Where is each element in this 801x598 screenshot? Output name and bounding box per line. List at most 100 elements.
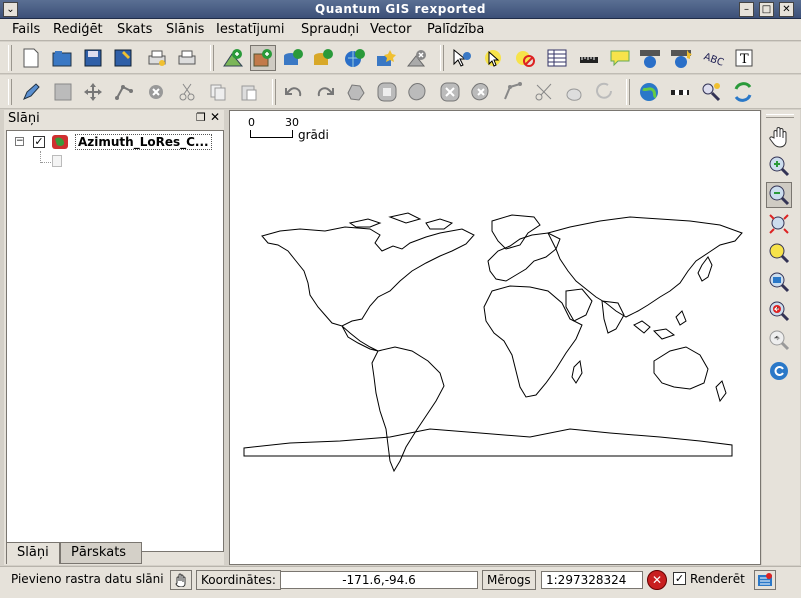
zoom-last-icon[interactable] [766,298,792,324]
toolbar-grip[interactable] [766,114,794,118]
collapse-toggle-icon[interactable]: − [15,137,24,146]
layer-name[interactable]: Azimuth_LoRes_C... [75,134,212,150]
tab-layers[interactable]: Slāņi [6,542,60,564]
delete-selected-icon[interactable] [143,79,169,105]
layer-visibility-checkbox[interactable]: ✓ [33,136,45,148]
tab-overview[interactable]: Pārskats [60,542,142,564]
open-project-icon[interactable] [49,45,75,71]
toolbar-grip[interactable] [272,79,276,105]
menu-palidziba[interactable]: Palīdzība [427,22,484,37]
remove-layer-icon[interactable] [404,45,430,71]
menu-skats[interactable]: Skats [117,22,152,37]
menu-iestatijumi[interactable]: Iestatījumi [216,22,285,37]
map-canvas[interactable]: 0 30 grādi [229,110,761,565]
menu-vector[interactable]: Vector [370,22,411,37]
scale-field[interactable]: 1:297328324 [541,571,643,589]
undo-icon[interactable] [281,79,307,105]
reshape-features-icon[interactable] [500,79,526,105]
copy-features-icon[interactable] [205,79,231,105]
scale-label: Mērogs [482,570,536,590]
paste-features-icon[interactable] [236,79,262,105]
node-tool-icon[interactable] [111,79,137,105]
zoom-out-icon[interactable] [766,182,792,208]
render-checkbox[interactable]: ✓ [673,572,686,585]
coordinates-field[interactable]: -171.6,-94.6 [280,571,478,589]
europe-outline [487,232,561,282]
show-bookmarks-icon[interactable] [668,45,694,71]
attribute-table-icon[interactable] [544,45,570,71]
close-button[interactable]: ✕ [779,2,794,17]
menu-fails[interactable]: Fails [12,22,40,37]
toggle-extents-icon[interactable] [170,570,192,590]
toolbar-grip[interactable] [210,45,214,71]
deselect-features-icon[interactable] [512,45,538,71]
southeast-asia-islands-outline [633,310,687,340]
zoom-full-icon[interactable] [766,211,792,237]
menu-spraudni[interactable]: Spraudņi [301,22,359,37]
north-america-outline [261,226,475,327]
add-vector-layer-icon[interactable] [220,45,246,71]
add-part-icon[interactable] [405,79,431,105]
add-postgis-layer-icon[interactable] [280,45,306,71]
new-zealand-outline [715,380,727,403]
new-bookmark-icon[interactable] [637,45,663,71]
georeferencer-plugin-icon[interactable] [698,79,724,105]
print-icon[interactable] [174,45,200,71]
redo-icon[interactable] [312,79,338,105]
map-navigation-toolbar [762,110,800,565]
new-project-icon[interactable] [18,45,44,71]
text-annotation-abc-icon[interactable]: ABC [700,45,726,71]
simplify-feature-icon[interactable] [343,79,369,105]
greenland-outline [491,214,541,250]
south-america-outline [371,346,445,473]
rotate-point-symbols-icon[interactable] [592,79,618,105]
merge-features-icon[interactable] [561,79,587,105]
save-edits-icon[interactable] [50,79,76,105]
close-panel-icon[interactable]: ✕ [210,110,220,124]
svg-text:ABC: ABC [702,52,724,68]
globe-plugin-icon[interactable] [636,79,662,105]
add-wms-layer-icon[interactable] [342,45,368,71]
save-project-icon[interactable] [80,45,106,71]
zoom-in-icon[interactable] [766,153,792,179]
text-annotation-icon[interactable]: T [732,45,758,71]
save-as-icon[interactable] [110,45,136,71]
zoom-next-icon[interactable] [766,327,792,353]
add-ring-icon[interactable] [374,79,400,105]
stop-render-icon[interactable]: ✕ [647,570,667,590]
projection-icon[interactable] [754,570,776,590]
delete-part-icon[interactable] [468,79,494,105]
refresh-plugin-icon[interactable] [730,79,756,105]
toolbar-grip[interactable] [8,45,12,71]
map-tips-icon[interactable] [607,45,633,71]
zoom-to-layer-icon[interactable] [766,269,792,295]
identify-features-icon[interactable] [449,45,475,71]
toolbar-grip[interactable] [626,79,630,105]
delete-ring-icon[interactable] [437,79,463,105]
add-spatialite-layer-icon[interactable] [310,45,336,71]
new-vector-layer-icon[interactable] [373,45,399,71]
cut-features-icon[interactable] [174,79,200,105]
toolbar-grip[interactable] [440,45,444,71]
title-bar: ⌄ Quantum GIS rexported – □ ✕ [0,0,801,19]
maximize-button[interactable]: □ [759,2,774,17]
minimize-button[interactable]: – [739,2,754,17]
print-composer-icon[interactable] [144,45,170,71]
float-panel-icon[interactable]: ❐ [196,111,206,124]
menu-slanis[interactable]: Slānis [166,22,204,37]
menu-rediget[interactable]: Rediģēt [53,22,103,37]
move-feature-icon[interactable] [80,79,106,105]
scale-bar-plugin-icon[interactable] [667,79,693,105]
measure-line-icon[interactable] [576,45,602,71]
select-features-icon[interactable] [481,45,507,71]
zoom-to-selection-icon[interactable] [766,240,792,266]
pan-icon[interactable] [766,124,792,150]
refresh-icon[interactable] [766,358,792,384]
toggle-editing-icon[interactable] [18,79,44,105]
india-outline [601,300,625,334]
status-message: Pievieno rastra datu slāni [11,572,164,586]
add-raster-layer-icon[interactable] [250,45,276,71]
status-bar: Pievieno rastra datu slāni Koordinātes: … [0,566,801,598]
split-features-icon[interactable] [531,79,557,105]
toolbar-grip[interactable] [8,79,12,105]
